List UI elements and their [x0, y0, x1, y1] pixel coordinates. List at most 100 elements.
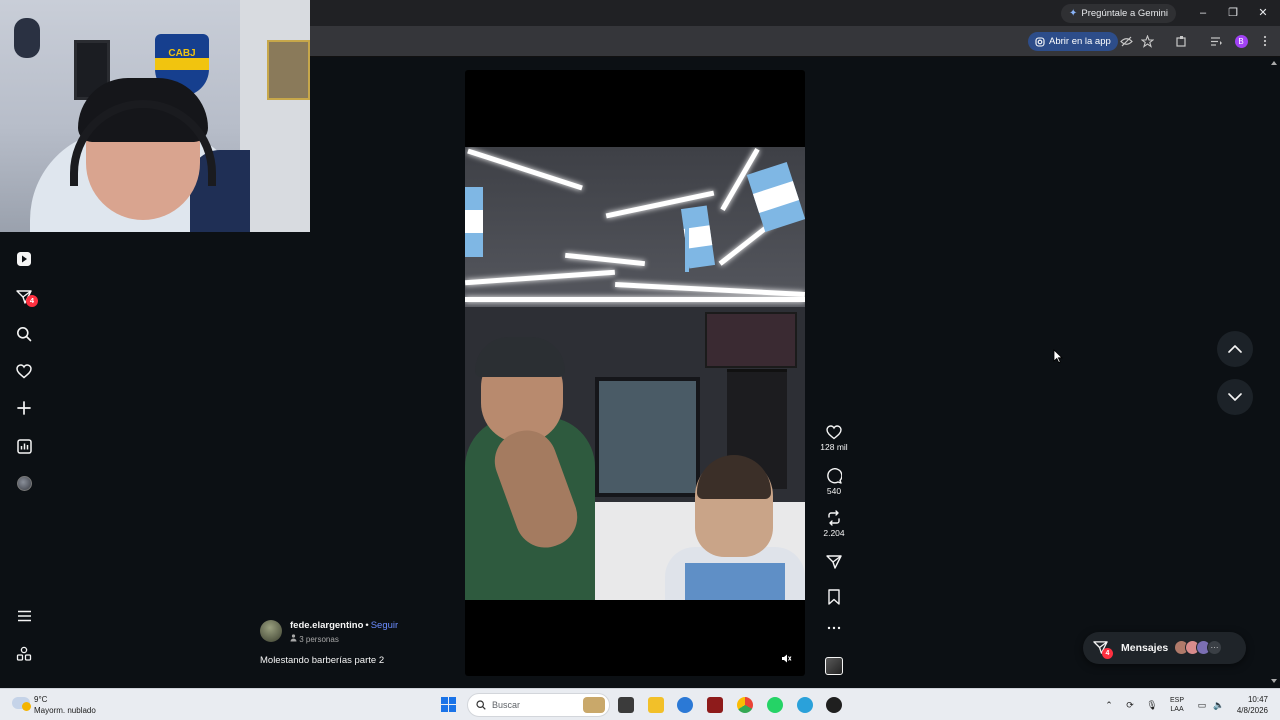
gemini-button[interactable]: ✦ Pregúntale a Gemini	[1061, 4, 1176, 23]
apps-icon[interactable]	[14, 644, 34, 664]
restore-button[interactable]: ❐	[1222, 4, 1244, 22]
audio-thumbnail[interactable]	[825, 657, 843, 675]
author-username[interactable]: fede.elargentino	[290, 620, 363, 631]
instagram-icon	[1035, 36, 1045, 47]
follow-button[interactable]: Seguir	[371, 620, 398, 631]
send-icon	[826, 555, 842, 569]
comment-button[interactable]: 540	[816, 468, 852, 496]
comments-count: 540	[826, 486, 842, 496]
reels-icon[interactable]	[14, 249, 34, 269]
start-button[interactable]	[441, 697, 456, 712]
more-options-button[interactable]	[816, 626, 852, 630]
person-icon	[290, 634, 297, 642]
lang-line2: LAA	[1170, 706, 1184, 713]
whatsapp-icon[interactable]	[767, 697, 783, 713]
profile-nav-button[interactable]	[14, 473, 34, 493]
volume-icon[interactable]: 🔈	[1212, 698, 1226, 712]
like-button[interactable]: 128 mil	[816, 425, 852, 452]
likes-count: 128 mil	[820, 442, 848, 452]
clock-time: 10:47	[1247, 695, 1268, 704]
chrome-icon[interactable]	[737, 697, 753, 713]
more-conversations-icon: ···	[1207, 640, 1222, 655]
save-button[interactable]	[816, 589, 852, 605]
profile-avatar: B	[1234, 34, 1248, 48]
author-avatar[interactable]	[260, 620, 282, 642]
search-placeholder: Buscar	[492, 700, 521, 710]
collaborators-line[interactable]: 3 personas	[290, 634, 339, 644]
taskbar-clock[interactable]: 10:47 4/8/2026	[1232, 694, 1268, 716]
shield-app-icon[interactable]	[707, 697, 723, 713]
search-highlight-icon	[583, 697, 605, 713]
tray-chevron-up-icon[interactable]: ⌃	[1102, 698, 1116, 712]
webcam-overlay: CABJ	[0, 0, 310, 232]
input-language[interactable]: ESP LAA	[1170, 696, 1184, 714]
heart-icon	[826, 425, 842, 440]
author-separator: •	[365, 620, 369, 631]
more-horizontal-icon	[827, 626, 841, 630]
dashboard-icon[interactable]	[14, 436, 34, 456]
direct-icon: 4	[1093, 640, 1113, 659]
chevron-down-icon	[1228, 393, 1242, 401]
webcam-painting	[267, 40, 310, 100]
app-icon[interactable]	[826, 697, 842, 713]
share-button[interactable]	[816, 554, 852, 570]
weather-condition[interactable]: Mayorm. nublado	[34, 706, 96, 715]
messages-badge: 4	[1102, 648, 1113, 659]
repost-button[interactable]: 2.204	[816, 510, 852, 538]
previous-reel-button[interactable]	[1217, 331, 1253, 367]
reposts-count: 2.204	[823, 528, 845, 538]
ceiling-light	[465, 297, 805, 302]
messages-label: Mensajes	[1121, 642, 1169, 654]
microphone-icon[interactable]: 🎙	[1145, 698, 1159, 712]
scroll-up-arrow[interactable]	[1271, 61, 1277, 65]
argentina-flag	[465, 187, 483, 257]
reel-video-player[interactable]	[465, 70, 805, 676]
webcam-wall	[240, 0, 310, 232]
scroll-down-arrow[interactable]	[1271, 679, 1277, 683]
next-reel-button[interactable]	[1217, 379, 1253, 415]
eye-off-icon[interactable]	[1119, 34, 1133, 48]
open-in-app-label: Abrir en la app	[1049, 36, 1111, 47]
comment-icon	[827, 468, 842, 484]
open-in-app-button[interactable]: Abrir en la app	[1028, 32, 1118, 51]
plus-icon[interactable]	[14, 398, 34, 418]
file-explorer-icon[interactable]	[648, 697, 664, 713]
telegram-icon[interactable]	[797, 697, 813, 713]
menu-icon[interactable]	[14, 606, 34, 626]
profile-button[interactable]: B	[1234, 34, 1248, 48]
edge-icon[interactable]	[677, 697, 693, 713]
page-scrollbar[interactable]	[1268, 57, 1280, 688]
profile-avatar	[16, 475, 32, 491]
taskbar-search[interactable]: Buscar	[467, 693, 610, 717]
task-view-icon[interactable]	[618, 697, 634, 713]
minimize-button[interactable]: –	[1192, 4, 1214, 22]
client-cape-stripe	[685, 563, 785, 600]
scene-tv	[705, 312, 797, 368]
barber-cap	[475, 337, 565, 377]
sync-icon[interactable]: ⟳	[1123, 698, 1137, 712]
display-icon[interactable]: ▭	[1195, 698, 1209, 712]
media-queue-icon[interactable]	[1209, 34, 1223, 48]
chevron-up-icon	[1228, 345, 1242, 353]
reel-video-frame	[465, 147, 805, 600]
author-line: fede.elargentino • Seguir	[290, 620, 398, 631]
scene-mirror	[595, 377, 700, 497]
heart-icon[interactable]	[14, 361, 34, 381]
notifications-badge: 4	[26, 295, 38, 307]
more-vertical-icon[interactable]	[1258, 34, 1272, 48]
clock-date: 4/8/2026	[1236, 706, 1268, 715]
club-crest-text: CABJ	[168, 48, 196, 59]
mouse-cursor-icon	[1053, 349, 1063, 363]
collaborators-count: 3 personas	[299, 635, 339, 644]
messages-avatars: ···	[1174, 640, 1222, 655]
extensions-icon[interactable]	[1174, 34, 1188, 48]
search-icon[interactable]	[14, 324, 34, 344]
bookmark-star-icon[interactable]	[1140, 34, 1154, 48]
mute-icon[interactable]	[779, 651, 793, 665]
weather-temperature[interactable]: 9°C	[34, 695, 47, 704]
weather-icon[interactable]	[12, 697, 31, 711]
close-window-button[interactable]: ✕	[1252, 4, 1274, 22]
flag-pole	[685, 212, 689, 272]
messages-button[interactable]: 4 Mensajes ···	[1083, 632, 1246, 664]
search-icon	[476, 700, 486, 710]
